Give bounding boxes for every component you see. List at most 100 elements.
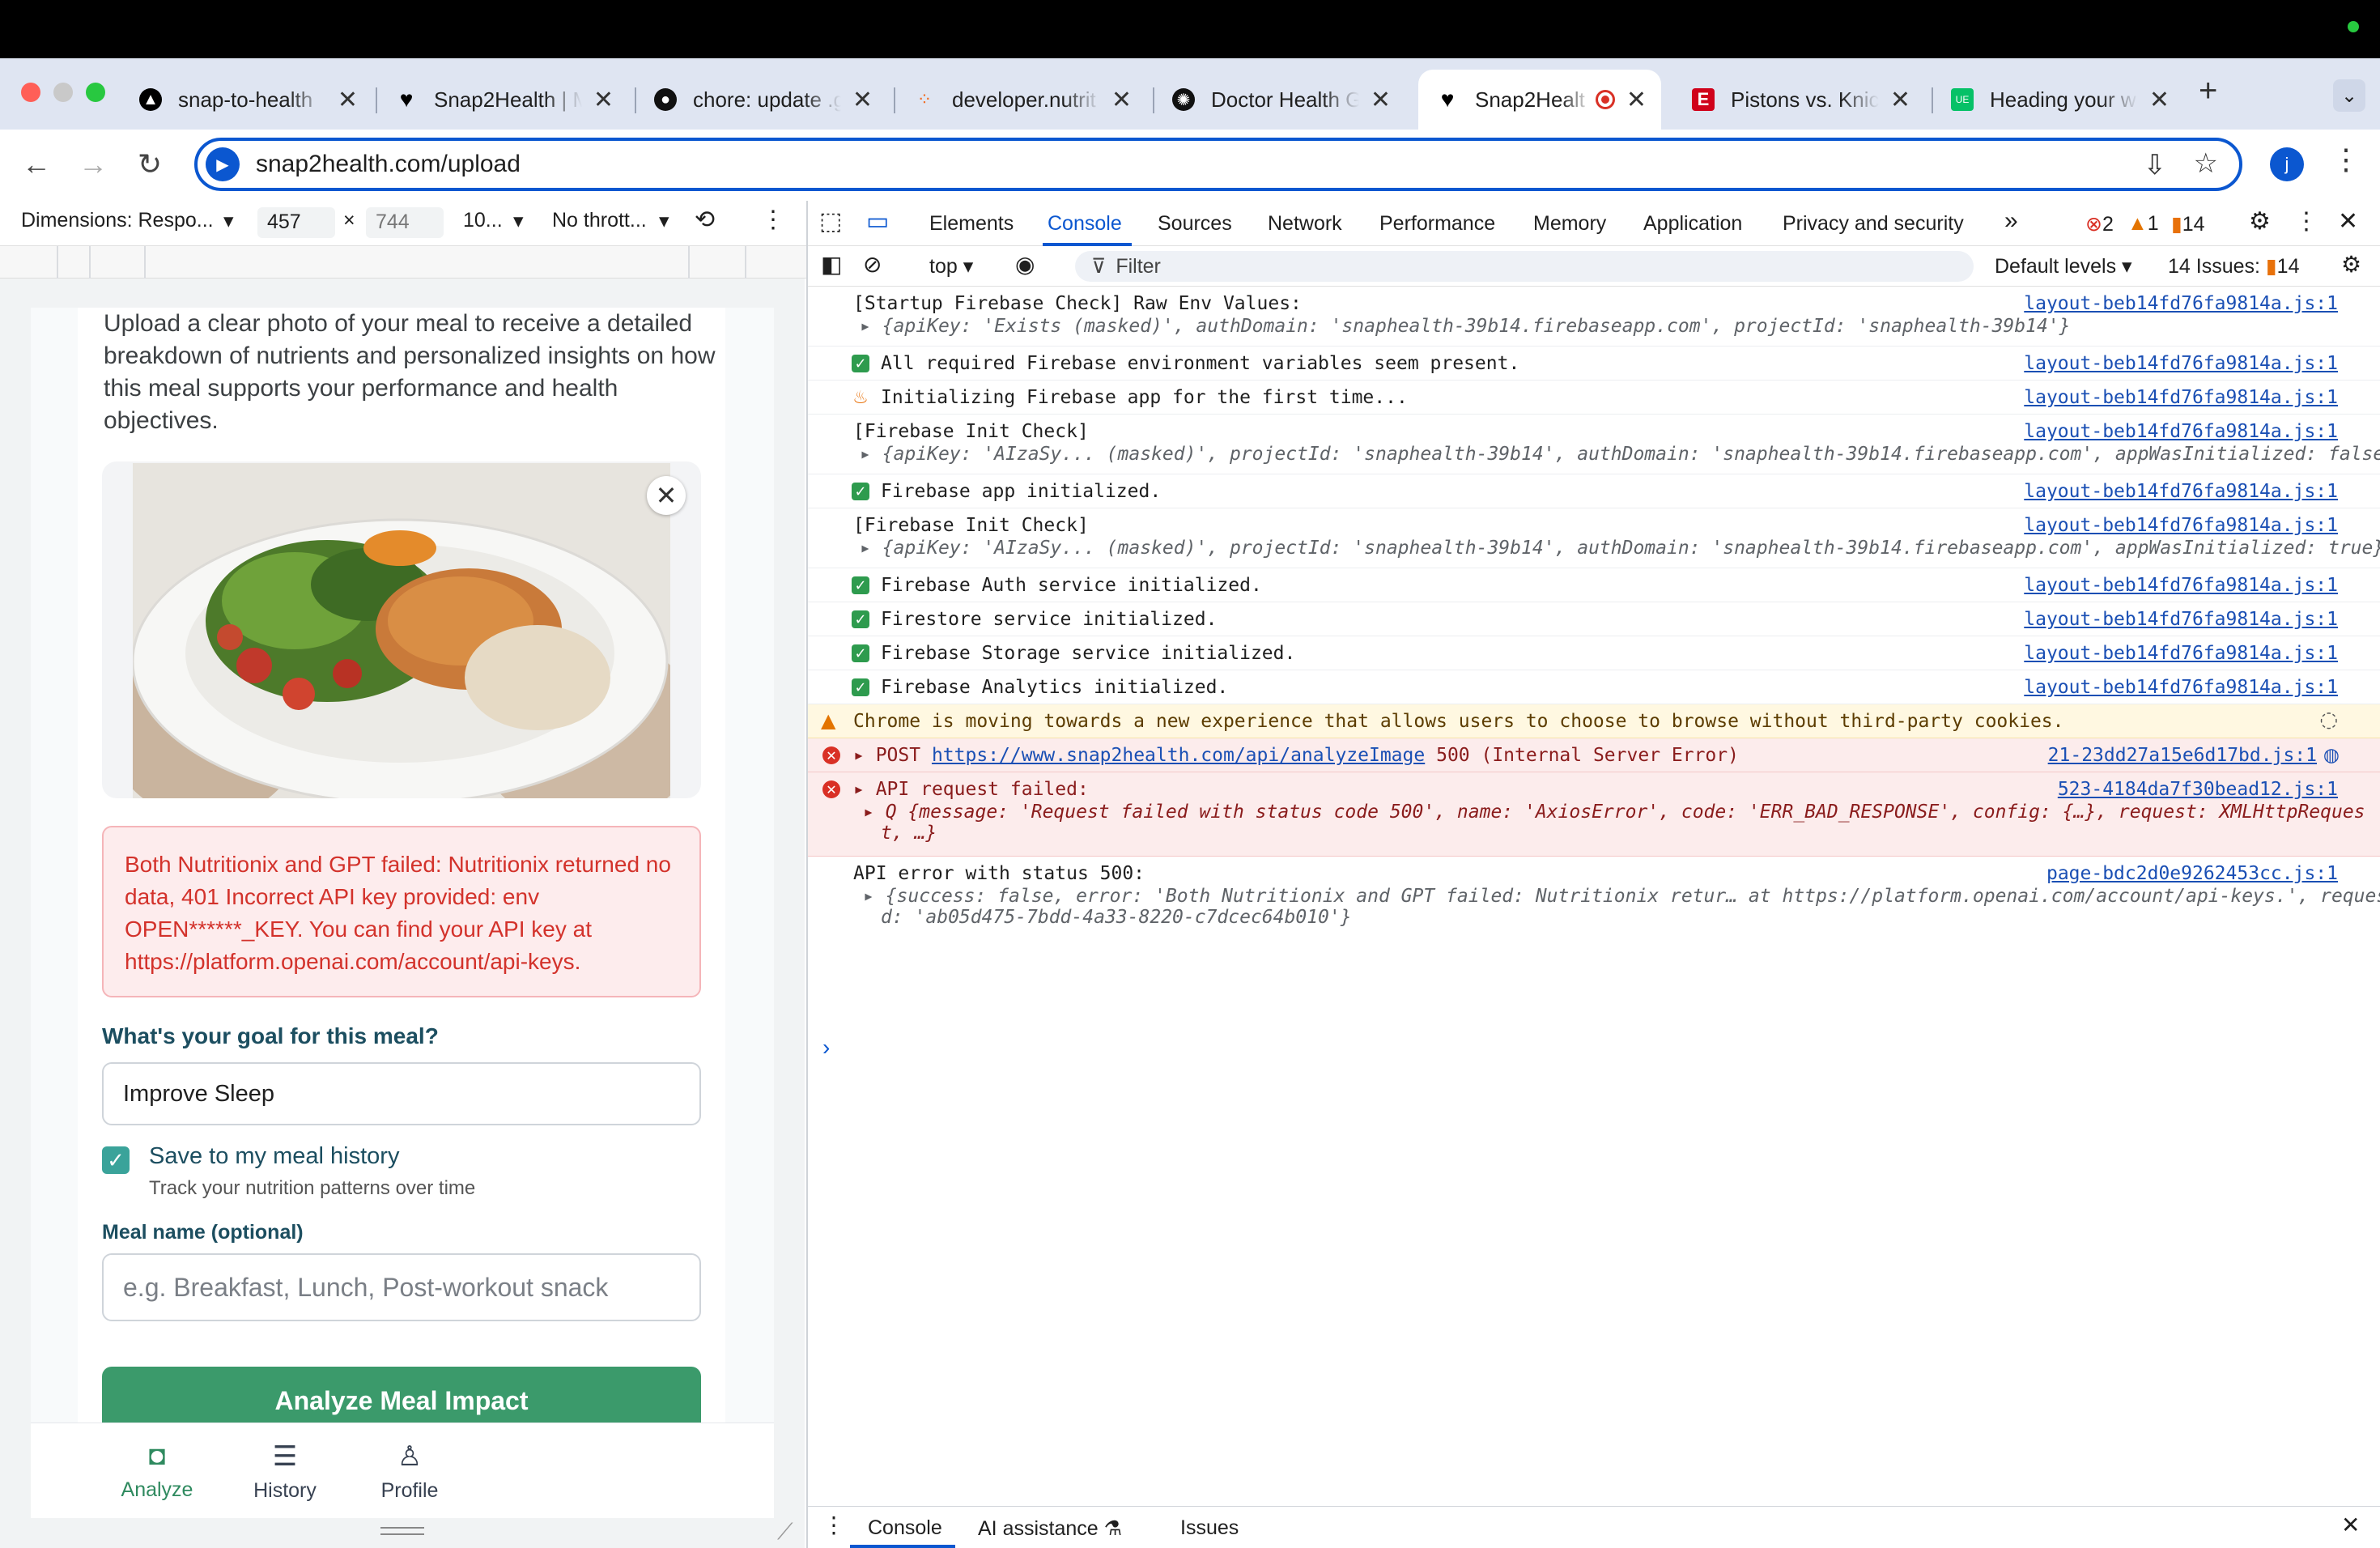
remove-photo-button[interactable]: ✕ xyxy=(647,476,686,515)
log-source-link[interactable]: 523-4184da7f30bead12.js:1 xyxy=(2058,779,2338,800)
log-source-link[interactable]: layout-beb14fd76fa9814a.js:1 xyxy=(2024,575,2338,596)
browser-tab[interactable]: ✺ Doctor Health G ✕ xyxy=(1154,70,1405,130)
request-url-link[interactable]: https://www.snap2health.com/api/analyzeI… xyxy=(932,745,1425,766)
more-menu-icon[interactable]: ⋮ xyxy=(2331,142,2361,176)
maximize-window-button[interactable] xyxy=(86,83,105,102)
warning-entry[interactable]: ▲ Chrome is moving towards a new experie… xyxy=(808,704,2380,738)
tab-console[interactable]: Console xyxy=(1048,212,1122,236)
chevron-down-icon[interactable]: ▾ xyxy=(659,209,669,233)
error-entry[interactable]: ✕ ▸ API request failed: 523-4184da7f30be… xyxy=(808,772,2380,857)
close-window-button[interactable] xyxy=(21,83,40,102)
forward-icon[interactable]: → xyxy=(73,144,113,185)
console-prompt[interactable]: › xyxy=(822,1035,830,1061)
device-mode-icon[interactable]: ▭ xyxy=(866,207,889,236)
close-tab-icon[interactable]: ✕ xyxy=(1111,86,1132,114)
log-entry[interactable]: API error with status 500: page-bdc2d0e9… xyxy=(808,857,2380,938)
tab-application[interactable]: Application xyxy=(1643,212,1742,236)
log-entry[interactable]: ✓ All required Firebase environment vari… xyxy=(808,347,2380,381)
log-entry[interactable]: ♨ Initializing Firebase app for the firs… xyxy=(808,381,2380,415)
close-devtools-icon[interactable]: ✕ xyxy=(2338,207,2358,236)
log-object[interactable]: ▸ {success: false, error: 'Both Nutritio… xyxy=(863,886,2380,907)
camera-indicator-icon[interactable]: ▶ xyxy=(206,147,240,181)
log-object[interactable]: ▸ {apiKey: 'Exists (masked)', authDomain… xyxy=(860,316,2071,337)
log-object[interactable]: ▸ Q {message: 'Request failed with statu… xyxy=(863,802,2365,823)
inspect-icon[interactable]: ⬚ xyxy=(819,207,842,236)
close-tab-icon[interactable]: ✕ xyxy=(1890,86,1910,114)
close-drawer-icon[interactable]: ✕ xyxy=(2341,1512,2360,1538)
chevron-down-icon[interactable]: ▾ xyxy=(223,209,234,233)
log-entry[interactable]: [Firebase Init Check] layout-beb14fd76fa… xyxy=(808,415,2380,474)
issues-button[interactable]: 14 Issues: ▮14 xyxy=(2168,254,2299,279)
log-object[interactable]: ▸ {apiKey: 'AIzaSy... (masked)', project… xyxy=(860,538,2380,559)
close-tab-icon[interactable]: ✕ xyxy=(1626,86,1647,114)
chevron-down-icon[interactable]: ▾ xyxy=(513,209,524,233)
info-count-badge[interactable]: ▮14 xyxy=(2171,212,2205,236)
log-source-link[interactable]: layout-beb14fd76fa9814a.js:1 xyxy=(2024,421,2338,442)
log-entry[interactable]: [Startup Firebase Check] Raw Env Values:… xyxy=(808,287,2380,347)
dimensions-select[interactable]: Dimensions: Respo... xyxy=(21,209,214,232)
browser-tab[interactable]: UE Heading your w ✕ xyxy=(1933,70,2184,130)
log-source-link[interactable]: layout-beb14fd76fa9814a.js:1 xyxy=(2024,515,2338,536)
avatar[interactable]: j xyxy=(2270,147,2304,181)
minimize-window-button[interactable] xyxy=(53,83,73,102)
sidebar-toggle-icon[interactable]: ◧ xyxy=(821,251,842,278)
tab-network[interactable]: Network xyxy=(1268,212,1342,236)
error-count-badge[interactable]: ⊗2 xyxy=(2085,212,2114,236)
drawer-tab-ai-assistance[interactable]: AI assistance ⚗ xyxy=(978,1516,1122,1541)
log-source-link[interactable]: layout-beb14fd76fa9814a.js:1 xyxy=(2024,481,2338,502)
zoom-select[interactable]: 10... xyxy=(463,209,503,232)
log-levels-select[interactable]: Default levels ▾ xyxy=(1995,254,2132,279)
log-source-link[interactable]: layout-beb14fd76fa9814a.js:1 xyxy=(2024,643,2338,664)
context-select[interactable]: top ▾ xyxy=(929,254,973,279)
error-entry[interactable]: ✕ ▸ POST https://www.snap2health.com/api… xyxy=(808,738,2380,772)
close-tab-icon[interactable]: ✕ xyxy=(852,86,873,114)
install-icon[interactable]: ⇩ xyxy=(2144,149,2167,181)
close-tab-icon[interactable]: ✕ xyxy=(1371,86,1391,114)
drawer-tab-issues[interactable]: Issues xyxy=(1180,1516,1239,1540)
log-source-link[interactable]: layout-beb14fd76fa9814a.js:1 xyxy=(2024,387,2338,408)
tab-performance[interactable]: Performance xyxy=(1379,212,1495,236)
clear-console-icon[interactable]: ⊘ xyxy=(863,251,882,278)
log-entry[interactable]: [Firebase Init Check] layout-beb14fd76fa… xyxy=(808,508,2380,568)
width-input[interactable]: 457 xyxy=(257,207,335,238)
log-source-link[interactable]: layout-beb14fd76fa9814a.js:1 xyxy=(2024,353,2338,374)
log-entry[interactable]: ✓ Firebase Analytics initialized. layout… xyxy=(808,670,2380,704)
tab-memory[interactable]: Memory xyxy=(1533,212,1606,236)
throttle-select[interactable]: No thrott... xyxy=(552,209,647,232)
log-source-link[interactable]: layout-beb14fd76fa9814a.js:1 xyxy=(2024,293,2338,314)
browser-tab-active[interactable]: ♥ Snap2Healt ✕ xyxy=(1418,70,1661,130)
console-settings-gear-icon[interactable]: ⚙ xyxy=(2341,251,2361,278)
media-query-bar[interactable] xyxy=(0,246,806,279)
drawer-menu-icon[interactable]: ⋮ xyxy=(822,1512,845,1538)
goal-input[interactable]: Improve Sleep xyxy=(102,1062,701,1125)
browser-tab[interactable]: ▲ snap-to-health ✕ xyxy=(121,70,372,130)
close-tab-icon[interactable]: ✕ xyxy=(338,86,358,114)
log-entry[interactable]: ✓ Firebase app initialized. layout-beb14… xyxy=(808,474,2380,508)
rotate-icon[interactable]: ⟲ xyxy=(695,206,715,234)
log-entry[interactable]: ✓ Firestore service initialized. layout-… xyxy=(808,602,2380,636)
bottom-resize-handle[interactable] xyxy=(380,1527,424,1535)
browser-tab[interactable]: ♥ Snap2Health | M ✕ xyxy=(377,70,628,130)
reload-icon[interactable]: ↻ xyxy=(130,144,170,185)
browser-tab[interactable]: ⁘ developer.nutrit ✕ xyxy=(895,70,1146,130)
save-history-checkbox[interactable]: ✓ xyxy=(102,1146,130,1174)
drawer-tab-console[interactable]: Console xyxy=(868,1516,942,1540)
close-tab-icon[interactable]: ✕ xyxy=(593,86,614,114)
corner-resize-icon[interactable]: ⟋ xyxy=(777,1519,793,1546)
address-bar[interactable]: ▶ snap2health.com/upload ⇩ ☆ xyxy=(194,138,2242,191)
height-input[interactable]: 744 xyxy=(366,207,444,238)
browser-tab[interactable]: E Pistons vs. Knic ✕ xyxy=(1674,70,1925,130)
meal-name-input[interactable]: e.g. Breakfast, Lunch, Post-workout snac… xyxy=(102,1253,701,1321)
log-object[interactable]: ▸ {apiKey: 'AIzaSy... (masked)', project… xyxy=(860,444,2380,465)
more-tabs-icon[interactable]: » xyxy=(2004,207,2018,235)
tab-sources[interactable]: Sources xyxy=(1158,212,1232,236)
url-text[interactable]: snap2health.com/upload xyxy=(256,151,521,178)
browser-tab[interactable]: ● chore: update .g ✕ xyxy=(636,70,887,130)
tab-search-icon[interactable]: ⌄ xyxy=(2333,79,2365,112)
filter-input[interactable]: ⊽ Filter xyxy=(1075,251,1974,282)
bookmark-star-icon[interactable]: ☆ xyxy=(2194,147,2218,180)
log-entry[interactable]: ✓ Firebase Storage service initialized. … xyxy=(808,636,2380,670)
log-source-link[interactable]: layout-beb14fd76fa9814a.js:1 xyxy=(2024,609,2338,630)
log-source-link[interactable]: layout-beb14fd76fa9814a.js:1 xyxy=(2024,677,2338,698)
warning-count-badge[interactable]: ▲1 xyxy=(2127,212,2159,236)
